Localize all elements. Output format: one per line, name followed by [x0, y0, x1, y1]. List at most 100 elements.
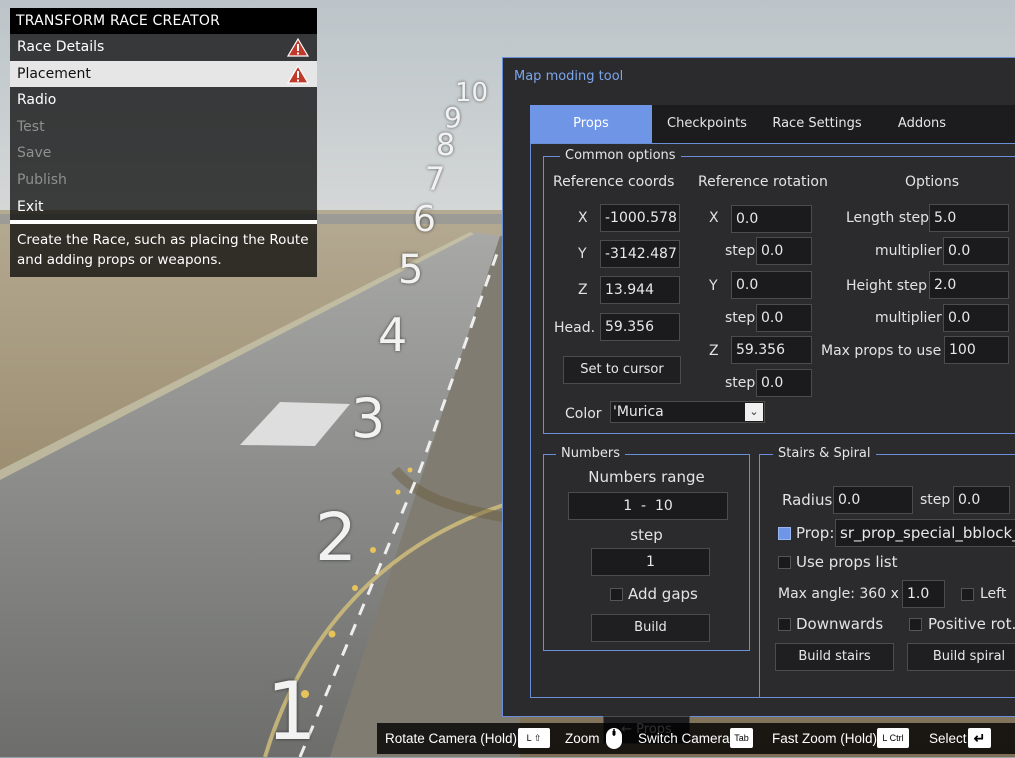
max-angle-input[interactable]: 1.0 [902, 580, 945, 608]
rotation-x-input[interactable]: 0.0 [731, 205, 812, 233]
downwards-checkbox[interactable] [778, 618, 791, 631]
tab-bar: Props Checkpoints Race Settings Addons [530, 105, 1015, 143]
menu-item-label: Exit [17, 198, 44, 215]
zoom-hint: Zoom [565, 731, 600, 746]
menu-item-label: Publish [17, 171, 67, 188]
props-tab-page: Common options Reference coords Referenc… [530, 143, 1015, 744]
numbers-group: Numbers Numbers range 1 - 10 step 1 Add … [543, 446, 750, 651]
radius-step-input[interactable]: 0.0 [953, 486, 1010, 514]
map-moding-tool-window: Map moding tool Props Checkpoints Race S… [502, 57, 1015, 744]
reference-rotation-title: Reference rotation [698, 174, 828, 190]
scene-number-8: 8 [436, 128, 456, 163]
left-checkbox[interactable] [961, 588, 974, 601]
rotate-camera-hint: Rotate Camera (Hold) [385, 731, 518, 746]
prop-input[interactable]: sr_prop_special_bblock_ [835, 519, 1015, 547]
rotation-z-input[interactable]: 59.356 [731, 336, 812, 364]
build-stairs-button[interactable]: Build stairs [775, 643, 894, 671]
rotation-x-step-label: step [725, 243, 756, 259]
enter-key-icon: ↵ [968, 728, 991, 748]
rotation-y-input[interactable]: 0.0 [731, 271, 812, 299]
tab-props[interactable]: Props [530, 105, 652, 143]
length-step-input[interactable]: 5.0 [929, 204, 1009, 232]
left-ctrl-key-icon: L Ctrl [877, 728, 909, 748]
set-to-cursor-button[interactable]: Set to cursor [563, 356, 681, 384]
positive-rot-checkbox[interactable] [909, 618, 922, 631]
chevron-down-icon[interactable]: ⌄ [745, 403, 763, 421]
menu-item-publish[interactable]: Publish [10, 166, 317, 194]
common-options-group: Common options Reference coords Referenc… [543, 148, 1015, 434]
downwards-label: Downwards [796, 615, 884, 633]
rotation-y-step-label: step [725, 310, 756, 326]
scene-number-2: 2 [315, 499, 357, 576]
height-step-input[interactable]: 2.0 [929, 271, 1009, 299]
rotation-x-label: X [709, 210, 719, 226]
left-label: Left [980, 586, 1007, 602]
menu-items: Race Details Placement Radio Test Save Publis… [10, 34, 317, 221]
coord-x-label: X [578, 210, 588, 226]
rotation-y-step-input[interactable]: 0.0 [756, 304, 812, 332]
max-props-input[interactable]: 100 [944, 336, 1009, 364]
rotation-y-label: Y [709, 278, 718, 294]
max-angle-label: Max angle: 360 x [778, 586, 899, 602]
scene-number-4: 4 [378, 308, 408, 362]
coord-z-input[interactable]: 13.944 [600, 276, 680, 304]
select-hint: Select [929, 731, 967, 746]
radius-step-label: step [920, 492, 951, 508]
add-gaps-label: Add gaps [628, 585, 698, 603]
positive-rot-label: Positive rot. [928, 615, 1015, 633]
numbers-range-label: Numbers range [588, 468, 705, 486]
prop-checkbox[interactable] [778, 527, 791, 540]
menu-item-race-details[interactable]: Race Details [10, 34, 317, 61]
window-title: Map moding tool [514, 69, 624, 84]
menu-item-save[interactable]: Save [10, 140, 317, 167]
menu-item-label: Race Details [17, 39, 105, 55]
tab-race-settings[interactable]: Race Settings [762, 105, 872, 143]
build-spiral-button[interactable]: Build spiral [907, 643, 1015, 671]
menu-item-exit[interactable]: Exit [10, 193, 317, 221]
coord-y-input[interactable]: -3142.487 [600, 240, 680, 268]
rotation-z-step-label: step [725, 375, 756, 391]
height-step-label: Height step [846, 278, 928, 294]
menu-item-test[interactable]: Test [10, 113, 317, 141]
coord-z-label: Z [578, 282, 588, 298]
stairs-spiral-group: Stairs & Spiral Radius 0.0 step 0.0 Prop… [759, 446, 1015, 698]
controls-help-bar: Rotate Camera (Hold) L ⇧ Zoom Switch Cam… [377, 723, 1015, 754]
coord-x-input[interactable]: -1000.578 [600, 204, 680, 232]
menu-item-placement[interactable]: Placement [10, 60, 317, 88]
heading-input[interactable]: 59.356 [600, 313, 680, 341]
numbers-range-input[interactable]: 1 - 10 [568, 492, 728, 520]
tab-addons[interactable]: Addons [872, 105, 972, 143]
add-gaps-checkbox[interactable] [610, 588, 623, 601]
length-multiplier-input[interactable]: 0.0 [943, 237, 1009, 265]
height-multiplier-input[interactable]: 0.0 [943, 304, 1009, 332]
menu-item-label: Placement [17, 65, 91, 82]
length-multiplier-label: multiplier [875, 243, 942, 259]
tab-key-icon: Tab [730, 728, 753, 748]
numbers-legend: Numbers [556, 446, 625, 462]
scene-number-1: 1 [266, 665, 317, 758]
menu-item-radio[interactable]: Radio [10, 87, 317, 114]
heading-label: Head. [554, 320, 596, 336]
use-props-list-checkbox[interactable] [778, 556, 791, 569]
color-select[interactable]: 'Murica ⌄ [610, 401, 765, 423]
numbers-step-label: step [630, 526, 663, 544]
scene-number-5: 5 [398, 247, 424, 293]
rotation-z-label: Z [709, 343, 719, 359]
rotation-x-step-input[interactable]: 0.0 [756, 237, 812, 265]
fast-zoom-hint: Fast Zoom (Hold) [772, 731, 878, 746]
radius-label: Radius [782, 491, 833, 509]
options-title: Options [905, 174, 960, 190]
length-step-label: Length step [846, 210, 930, 226]
switch-camera-hint: Switch Camera [638, 731, 730, 746]
use-props-list-label: Use props list [796, 553, 898, 571]
numbers-step-input[interactable]: 1 [591, 548, 710, 576]
menu-description: Create the Race, such as placing the Rou… [10, 224, 317, 278]
common-options-legend: Common options [560, 148, 681, 164]
menu-item-label: Test [17, 118, 45, 135]
radius-input[interactable]: 0.0 [833, 486, 913, 514]
build-numbers-button[interactable]: Build [591, 614, 710, 642]
color-select-value: 'Murica [613, 404, 664, 420]
tab-checkpoints[interactable]: Checkpoints [652, 105, 762, 143]
scene-number-6: 6 [413, 199, 436, 240]
rotation-z-step-input[interactable]: 0.0 [756, 369, 812, 397]
